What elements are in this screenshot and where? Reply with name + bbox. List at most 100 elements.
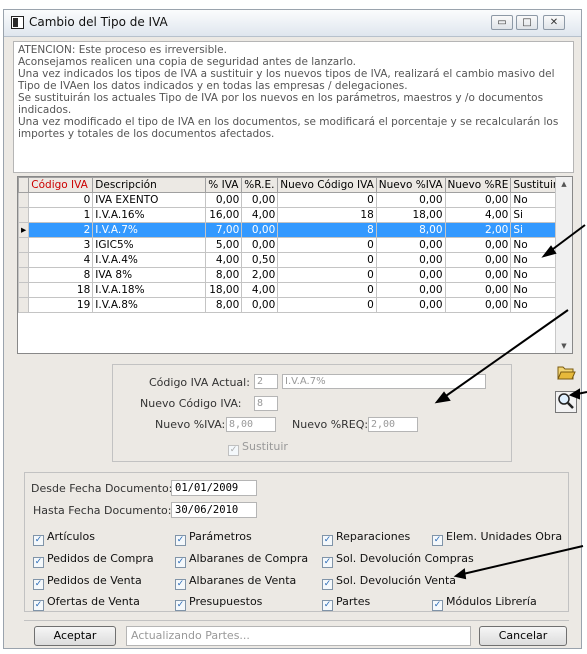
cell-sustituir[interactable]: Si <box>510 222 561 238</box>
cell-sustituir[interactable]: No <box>510 267 561 283</box>
desde-date-field[interactable]: 01/01/2009 <box>171 480 257 496</box>
cell-iva[interactable]: 0,00 <box>205 192 243 208</box>
cell-codigo[interactable]: 0 <box>28 192 94 208</box>
cell-codigo[interactable]: 18 <box>28 282 94 298</box>
cell-sustituir[interactable]: No <box>510 192 561 208</box>
cell-desc[interactable]: I.V.A.18% <box>92 282 207 298</box>
cell-re[interactable]: 4,00 <box>241 282 279 298</box>
check-pedidos-venta[interactable]: ✓ Pedidos de Venta <box>33 574 142 590</box>
cell-iva[interactable]: 18,00 <box>205 282 243 298</box>
cell-desc[interactable]: IGIC5% <box>92 237 207 253</box>
cell-sustituir[interactable]: No <box>510 237 561 253</box>
cell-iva[interactable]: 8,00 <box>205 267 243 283</box>
maximize-button[interactable]: □ <box>516 15 538 30</box>
col-sustituir[interactable]: Sustituir <box>510 177 561 193</box>
col-nuevo-codigo[interactable]: Nuevo Código IVA <box>277 177 377 193</box>
table-row[interactable]: 8 IVA 8% 8,00 2,00 0 0,00 0,00 No <box>18 267 561 283</box>
open-folder-button[interactable] <box>555 363 577 385</box>
table-row[interactable]: 0 IVA EXENTO 0,00 0,00 0 0,00 0,00 No <box>18 192 561 208</box>
check-partes[interactable]: ✓ Partes <box>322 595 370 611</box>
table-row[interactable]: 18 I.V.A.18% 18,00 4,00 0 0,00 0,00 No <box>18 282 561 298</box>
cell-nuevo-re[interactable]: 2,00 <box>444 222 512 238</box>
title-bar[interactable]: Cambio del Tipo de IVA ▭ □ ✕ <box>4 10 581 37</box>
row-indicator[interactable] <box>18 297 30 313</box>
cell-desc[interactable]: I.V.A.16% <box>92 207 207 223</box>
table-row[interactable]: 4 I.V.A.4% 4,00 0,50 0 0,00 0,00 No <box>18 252 561 268</box>
cell-nuevo-codigo[interactable]: 0 <box>277 282 377 298</box>
cell-sustituir[interactable]: No <box>510 282 561 298</box>
row-indicator[interactable] <box>18 267 30 283</box>
check-modulos-libreria[interactable]: ✓ Módulos Librería <box>432 595 537 611</box>
cell-nuevo-re[interactable]: 0,00 <box>444 282 512 298</box>
cell-sustituir[interactable]: Si <box>510 207 561 223</box>
check-elem-unidades-obra[interactable]: ✓ Elem. Unidades Obra <box>432 530 562 546</box>
check-sol-devolucion-venta[interactable]: ✓ Sol. Devolución Venta <box>322 574 456 590</box>
cell-iva[interactable]: 4,00 <box>205 252 243 268</box>
row-indicator[interactable] <box>18 237 30 253</box>
check-pedidos-compra[interactable]: ✓ Pedidos de Compra <box>33 552 154 568</box>
check-reparaciones[interactable]: ✓ Reparaciones <box>322 530 410 546</box>
cell-iva[interactable]: 5,00 <box>205 237 243 253</box>
cell-nuevo-re[interactable]: 0,00 <box>444 252 512 268</box>
cell-desc[interactable]: IVA EXENTO <box>92 192 207 208</box>
scroll-down-icon[interactable]: ▼ <box>556 339 572 353</box>
cell-nuevo-codigo[interactable]: 0 <box>277 267 377 283</box>
cell-nuevo-iva[interactable]: 0,00 <box>375 252 446 268</box>
cell-desc[interactable]: IVA 8% <box>92 267 207 283</box>
row-indicator[interactable] <box>18 252 30 268</box>
col-nuevo-iva[interactable]: Nuevo %IVA <box>375 177 446 193</box>
cell-nuevo-re[interactable]: 0,00 <box>444 297 512 313</box>
cell-re[interactable]: 0,50 <box>241 252 279 268</box>
search-button[interactable] <box>555 391 577 413</box>
cell-re[interactable]: 2,00 <box>241 267 279 283</box>
cell-nuevo-iva[interactable]: 0,00 <box>375 192 446 208</box>
table-row[interactable]: ▸ 2 I.V.A.7% 7,00 0,00 8 8,00 2,00 Si <box>18 222 561 238</box>
cell-codigo[interactable]: 19 <box>28 297 94 313</box>
cell-codigo[interactable]: 3 <box>28 237 94 253</box>
col-re[interactable]: %R.E. <box>241 177 279 193</box>
cell-nuevo-codigo[interactable]: 0 <box>277 252 377 268</box>
col-descripcion[interactable]: Descripción <box>92 177 207 193</box>
cell-nuevo-codigo[interactable]: 8 <box>277 222 377 238</box>
scroll-up-icon[interactable]: ▲ <box>556 177 572 191</box>
cell-nuevo-codigo[interactable]: 0 <box>277 192 377 208</box>
check-ofertas-venta[interactable]: ✓ Ofertas de Venta <box>33 595 140 611</box>
grid-scrollbar[interactable]: ▲ ▼ <box>555 177 572 353</box>
check-sol-devolucion-compras[interactable]: ✓ Sol. Devolución Compras <box>322 552 474 568</box>
cell-sustituir[interactable]: No <box>510 252 561 268</box>
check-articulos[interactable]: ✓ Artículos <box>33 530 95 546</box>
cell-re[interactable]: 0,00 <box>241 297 279 313</box>
cell-iva[interactable]: 16,00 <box>205 207 243 223</box>
col-codigo-iva[interactable]: Código IVA <box>28 177 94 193</box>
cell-re[interactable]: 0,00 <box>241 192 279 208</box>
cell-desc[interactable]: I.V.A.7% <box>92 222 207 238</box>
nuevo-req-field[interactable]: 2,00 <box>368 417 418 432</box>
check-parametros[interactable]: ✓ Parámetros <box>175 530 252 546</box>
cell-re[interactable]: 0,00 <box>241 222 279 238</box>
table-row[interactable]: 1 I.V.A.16% 16,00 4,00 18 18,00 4,00 Si <box>18 207 561 223</box>
cancelar-button[interactable]: Cancelar <box>479 626 567 646</box>
col-iva[interactable]: % IVA <box>205 177 243 193</box>
minimize-button[interactable]: ▭ <box>491 15 513 30</box>
codigo-actual-field[interactable]: 2 <box>254 374 278 389</box>
check-albaranes-venta[interactable]: ✓ Albaranes de Venta <box>175 574 296 590</box>
cell-codigo[interactable]: 2 <box>28 222 94 238</box>
table-row[interactable]: 3 IGIC5% 5,00 0,00 0 0,00 0,00 No <box>18 237 561 253</box>
nuevo-iva-field[interactable]: 8,00 <box>226 417 276 432</box>
row-indicator[interactable] <box>18 207 30 223</box>
col-nuevo-re[interactable]: Nuevo %RE <box>444 177 512 193</box>
cell-nuevo-re[interactable]: 0,00 <box>444 267 512 283</box>
cell-codigo[interactable]: 8 <box>28 267 94 283</box>
cell-desc[interactable]: I.V.A.8% <box>92 297 207 313</box>
cell-nuevo-iva[interactable]: 8,00 <box>375 222 446 238</box>
cell-nuevo-re[interactable]: 4,00 <box>444 207 512 223</box>
cell-nuevo-iva[interactable]: 0,00 <box>375 282 446 298</box>
close-button[interactable]: ✕ <box>543 15 565 30</box>
cell-re[interactable]: 4,00 <box>241 207 279 223</box>
check-presupuestos[interactable]: ✓ Presupuestos <box>175 595 262 611</box>
cell-codigo[interactable]: 1 <box>28 207 94 223</box>
cell-iva[interactable]: 8,00 <box>205 297 243 313</box>
row-indicator[interactable] <box>18 282 30 298</box>
hasta-date-field[interactable]: 30/06/2010 <box>171 502 257 518</box>
cell-nuevo-iva[interactable]: 0,00 <box>375 267 446 283</box>
